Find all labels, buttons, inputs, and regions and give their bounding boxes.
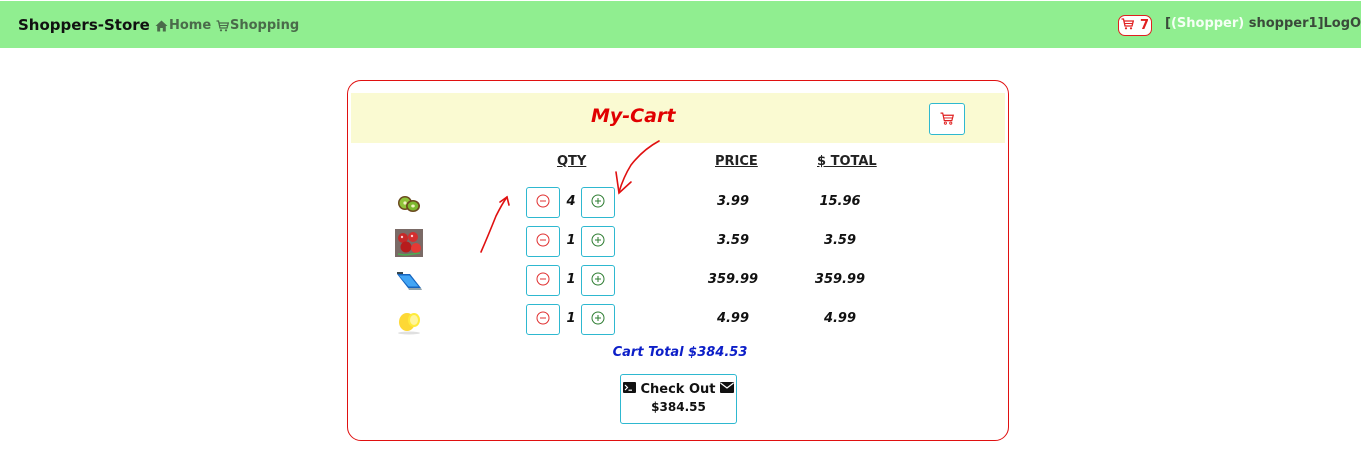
- nav-home-label: Home: [169, 18, 212, 33]
- cart-icon: [940, 110, 955, 129]
- qty-value: 1: [566, 311, 576, 326]
- cart-panel: My-Cart QTY PRICE $ TOTAL 4 3.99 15.96 1…: [347, 80, 1009, 441]
- home-icon: [155, 20, 168, 32]
- logout-link[interactable]: LogOut: [1324, 16, 1361, 31]
- brand-name[interactable]: Shoppers-Store: [18, 16, 150, 34]
- cart-row: 1 359.99 359.99: [348, 265, 1008, 299]
- plus-circle-icon: [591, 271, 605, 290]
- item-total: 3.59: [823, 233, 857, 248]
- qty-value: 1: [566, 233, 576, 248]
- increase-qty-button[interactable]: [581, 187, 615, 218]
- plus-circle-icon: [591, 310, 605, 329]
- user-info: [(Shopper) shopper1]LogOut: [1165, 16, 1361, 31]
- terminal-icon: [623, 382, 637, 397]
- tomatoes-image: [395, 229, 423, 257]
- increase-qty-button[interactable]: [581, 304, 615, 335]
- checkout-button[interactable]: Check Out $384.55: [620, 374, 737, 424]
- checkout-label: Check Out: [640, 382, 716, 397]
- minus-circle-icon: [536, 232, 550, 251]
- nav-shopping-label: Shopping: [230, 18, 300, 33]
- item-price: 4.99: [716, 311, 750, 326]
- cart-row: 4 3.99 15.96: [348, 187, 1008, 221]
- nav-home-link[interactable]: Home: [155, 18, 211, 33]
- decrease-qty-button[interactable]: [526, 226, 560, 257]
- checkout-amount: $384.55: [651, 400, 706, 414]
- price-column-header: PRICE: [715, 154, 758, 169]
- lemon-image: [395, 307, 423, 335]
- cart-row: 1 4.99 4.99: [348, 304, 1008, 338]
- cart-icon: [1121, 17, 1135, 34]
- item-total: 15.96: [819, 194, 861, 209]
- envelope-icon: [719, 382, 734, 397]
- minus-circle-icon: [536, 193, 550, 212]
- user-name: shopper1]: [1244, 16, 1324, 31]
- header-cart-button[interactable]: [929, 103, 965, 135]
- checkout-label-row: Check Out: [621, 382, 736, 397]
- item-price: 3.59: [716, 233, 750, 248]
- decrease-qty-button[interactable]: [526, 265, 560, 296]
- user-role: (Shopper): [1170, 16, 1245, 31]
- plus-circle-icon: [591, 193, 605, 212]
- cart-header: My-Cart: [351, 93, 1005, 143]
- cart-title: My-Cart: [591, 105, 676, 127]
- kiwi-image: [395, 190, 423, 218]
- minus-circle-icon: [536, 271, 550, 290]
- cart-total: Cart Total $384.53: [612, 345, 748, 360]
- qty-value: 1: [566, 272, 576, 287]
- top-navbar: Shoppers-Store Home Shopping 7 [(Shopper…: [0, 1, 1361, 48]
- qty-value: 4: [566, 194, 576, 209]
- cart-row: 1 3.59 3.59: [348, 226, 1008, 260]
- decrease-qty-button[interactable]: [526, 187, 560, 218]
- qty-column-header: QTY: [557, 154, 587, 169]
- cart-icon: [216, 19, 229, 32]
- item-price: 359.99: [707, 272, 759, 287]
- increase-qty-button[interactable]: [581, 265, 615, 296]
- item-total: 4.99: [823, 311, 857, 326]
- increase-qty-button[interactable]: [581, 226, 615, 257]
- decrease-qty-button[interactable]: [526, 304, 560, 335]
- item-total: 359.99: [814, 272, 866, 287]
- cart-count-badge[interactable]: 7: [1118, 15, 1152, 36]
- nav-shopping-link[interactable]: Shopping: [216, 18, 299, 33]
- plus-circle-icon: [591, 232, 605, 251]
- laptop-image: [395, 268, 423, 296]
- total-column-header: $ TOTAL: [817, 154, 877, 169]
- item-price: 3.99: [716, 194, 750, 209]
- minus-circle-icon: [536, 310, 550, 329]
- cart-count: 7: [1139, 18, 1150, 33]
